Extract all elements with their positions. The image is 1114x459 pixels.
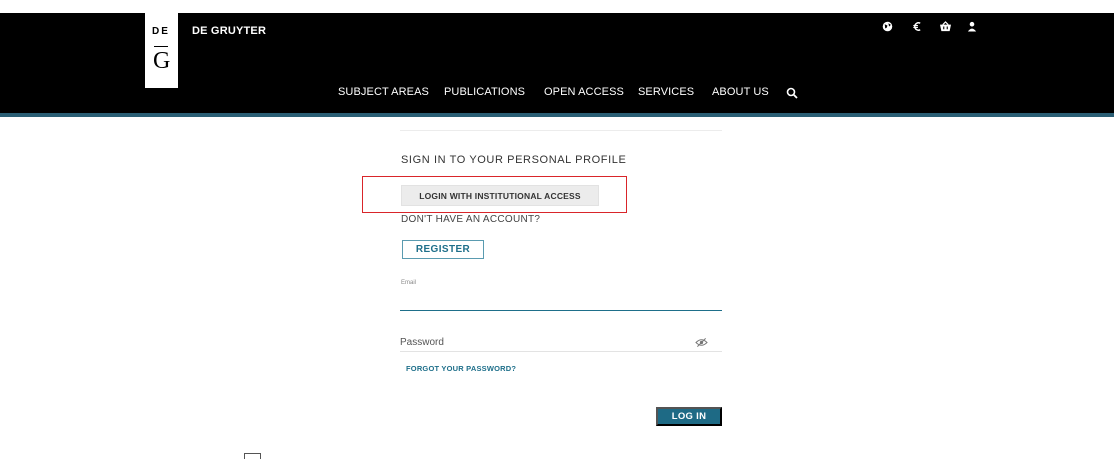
- nav-about-us[interactable]: ABOUT US: [712, 86, 769, 98]
- institutional-access-button[interactable]: LOGIN WITH INSTITUTIONAL ACCESS: [401, 185, 599, 206]
- search-icon[interactable]: [786, 86, 798, 99]
- password-field[interactable]: [400, 333, 700, 351]
- nav-publications[interactable]: PUBLICATIONS: [444, 86, 525, 98]
- no-account-text: DON'T HAVE AN ACCOUNT?: [401, 214, 541, 225]
- logo-divider: [154, 46, 168, 47]
- login-button[interactable]: LOG IN: [656, 407, 722, 426]
- nav-subject-areas[interactable]: SUBJECT AREAS: [338, 86, 429, 98]
- register-button[interactable]: REGISTER: [402, 240, 484, 259]
- main-nav: SUBJECT AREAS PUBLICATIONS OPEN ACCESS S…: [0, 86, 1114, 102]
- user-icon[interactable]: [965, 19, 979, 33]
- nav-open-access[interactable]: OPEN ACCESS: [544, 86, 624, 98]
- eye-slash-icon[interactable]: [695, 335, 708, 347]
- logo-bottom-text: G: [153, 48, 171, 74]
- page-fragment-box: [244, 453, 261, 459]
- forgot-password-link[interactable]: FORGOT YOUR PASSWORD?: [406, 364, 516, 373]
- page-title: SIGN IN TO YOUR PERSONAL PROFILE: [401, 154, 627, 166]
- utility-icons: [0, 19, 1114, 33]
- nav-services[interactable]: SERVICES: [638, 86, 694, 98]
- password-underline: [400, 351, 722, 352]
- email-field[interactable]: [400, 289, 722, 311]
- euro-icon[interactable]: [910, 19, 924, 33]
- cart-icon[interactable]: [938, 19, 952, 33]
- globe-icon[interactable]: [880, 19, 894, 33]
- header-accent-bar: [0, 113, 1114, 117]
- email-label: Email: [401, 280, 417, 286]
- form-top-divider: [400, 130, 722, 131]
